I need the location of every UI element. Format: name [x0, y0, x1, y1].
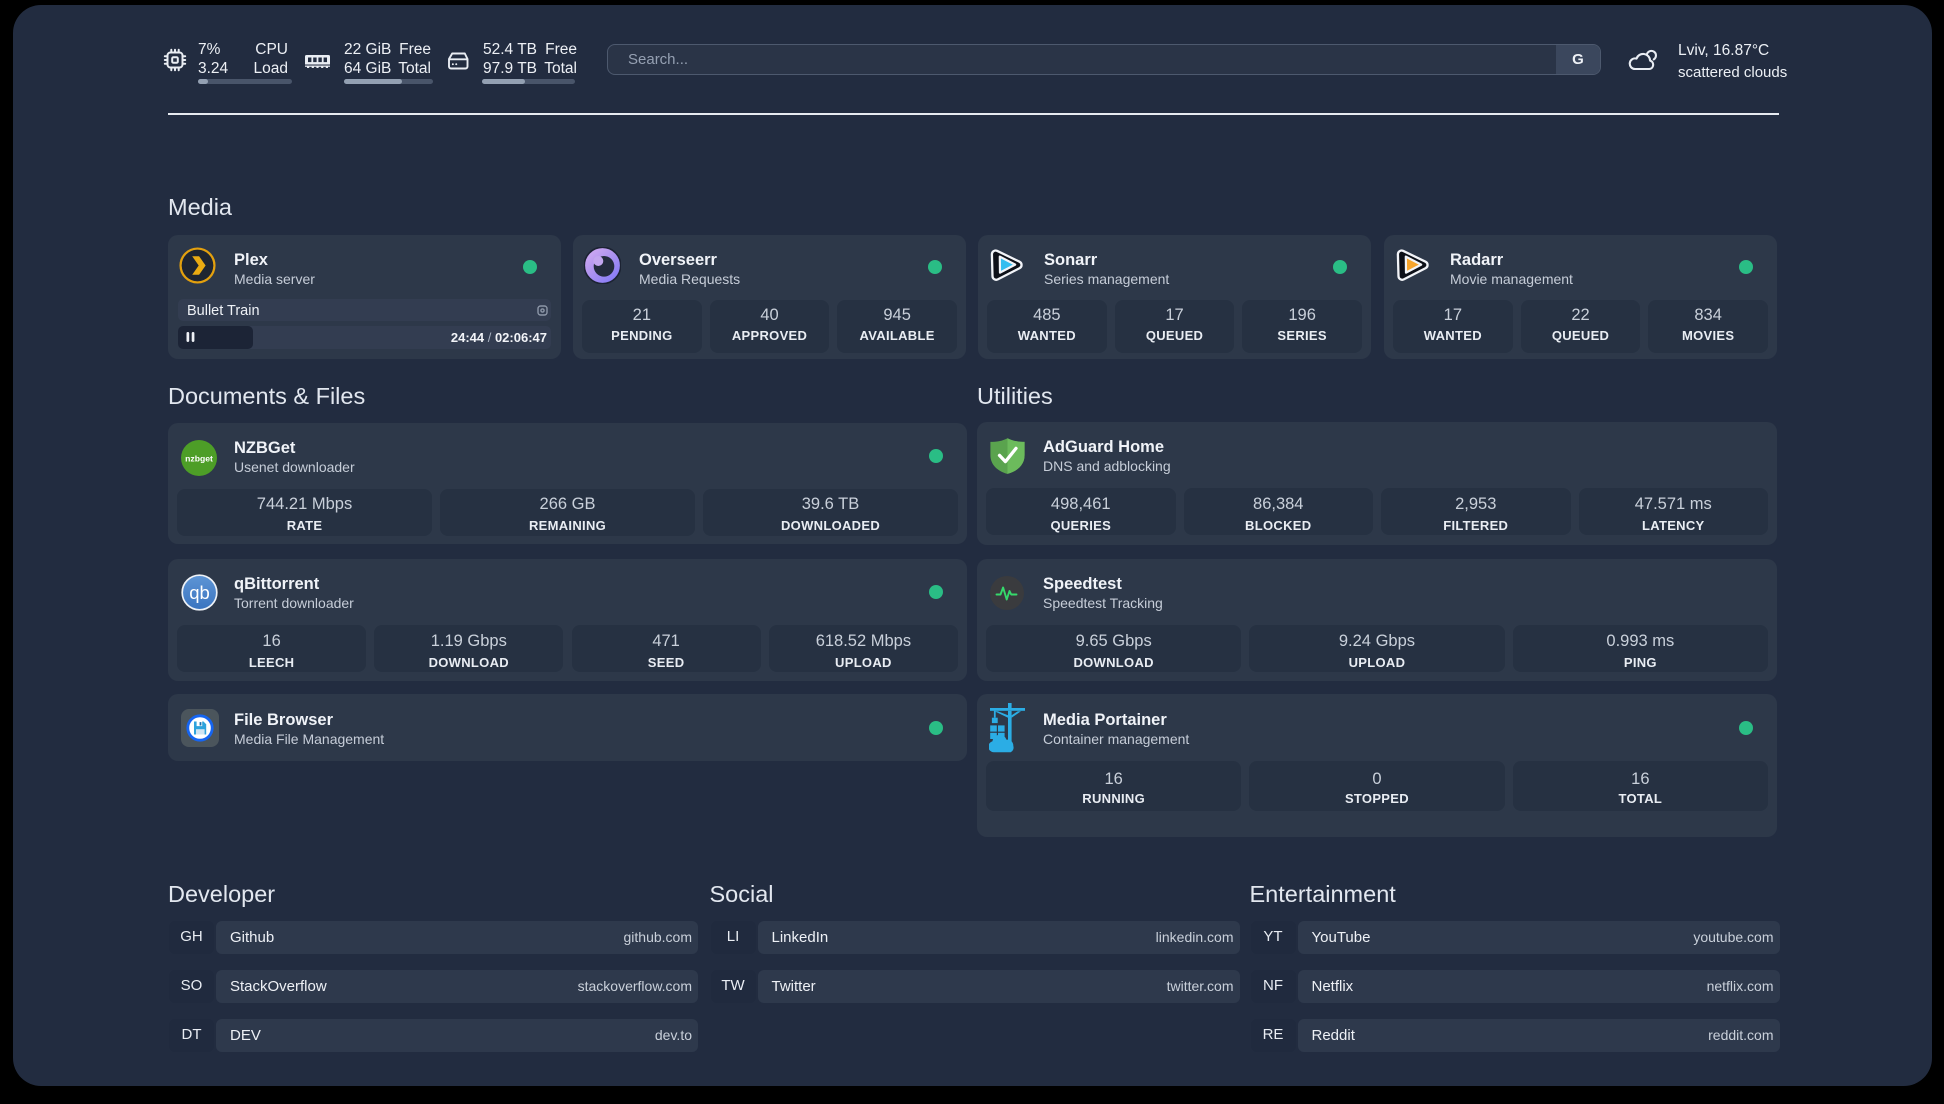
svg-text:nzbget: nzbget: [185, 454, 213, 464]
svg-text:qb: qb: [189, 582, 210, 603]
